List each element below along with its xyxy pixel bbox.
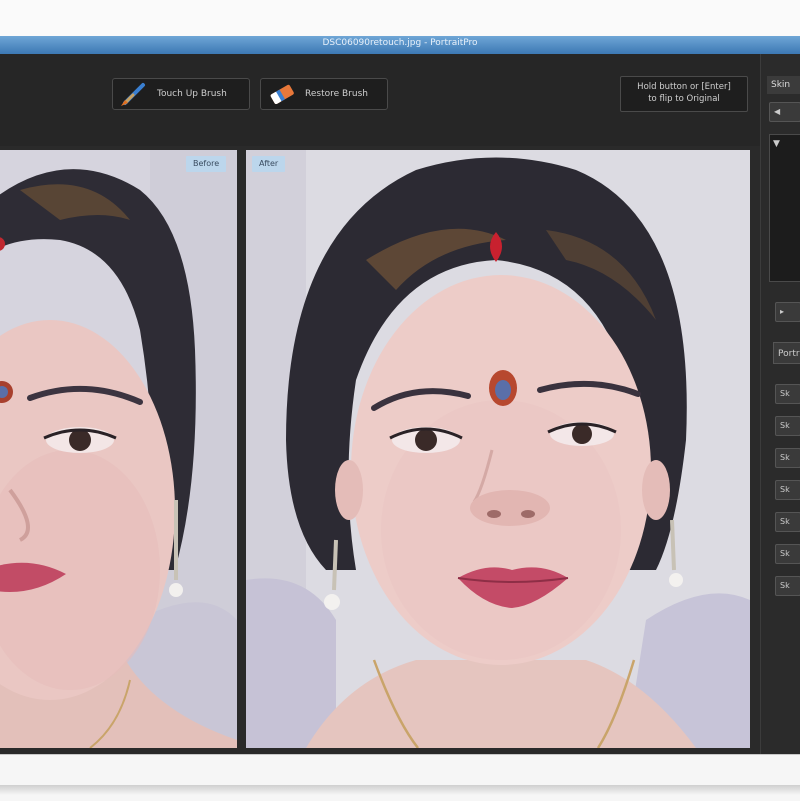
after-label: After [252,156,286,172]
before-portrait-image [0,150,237,748]
triangle-left-icon: ◀ [774,107,781,116]
skin-slider-row-1[interactable]: Sk [775,384,800,404]
image-canvas[interactable]: Before After [0,146,760,754]
row-label: Sk [780,421,790,430]
window-title: DSC06090retouch.jpg - PortraitPro [322,38,478,48]
paintbrush-icon [121,83,145,106]
flip-to-original-button[interactable]: Hold button or [Enter] to flip to Origin… [620,76,748,112]
top-margin [0,0,800,37]
row-label: Sk [780,453,790,462]
preview-box: ▼ [769,134,800,282]
restore-brush-label: Restore Brush [305,89,368,99]
skin-panel-tab[interactable]: Skin [767,76,800,94]
right-control-panel: Skin ◀ ▼ ▸ Portrait Sk Sk Sk Sk Sk Sk Sk [760,54,800,754]
before-photo[interactable]: Before [0,150,237,748]
row-label: Sk [780,549,790,558]
chevron-right-icon: ▸ [780,307,785,316]
bottom-margin [0,754,800,801]
panel-back-button[interactable]: ◀ [769,102,800,122]
screenshot-frame: DSC06090retouch.jpg - PortraitPro Touch … [0,0,800,801]
before-label: Before [186,156,227,172]
skin-slider-row-2[interactable]: Sk [775,416,800,436]
row-label: Sk [780,581,790,590]
panel-option-button[interactable]: ▸ [775,302,800,322]
touch-up-brush-button[interactable]: Touch Up Brush [112,78,250,110]
flip-hint-line2: to flip to Original [648,94,720,104]
after-photo[interactable]: After [246,150,750,748]
skin-slider-row-6[interactable]: Sk [775,544,800,564]
row-label: Sk [780,389,790,398]
portrait-section-header[interactable]: Portrait [773,342,800,364]
skin-slider-row-4[interactable]: Sk [775,480,800,500]
skin-slider-row-7[interactable]: Sk [775,576,800,596]
bottom-shadow [0,785,800,795]
restore-brush-button[interactable]: Restore Brush [260,78,388,110]
after-portrait-image [246,150,750,748]
row-label: Sk [780,485,790,494]
touch-up-brush-label: Touch Up Brush [157,89,227,99]
row-label: Sk [780,517,790,526]
title-bar: DSC06090retouch.jpg - PortraitPro [0,36,800,54]
flip-hint-line1: Hold button or [Enter] [637,82,731,92]
skin-slider-row-3[interactable]: Sk [775,448,800,468]
collapse-triangle-icon[interactable]: ▼ [773,139,780,149]
app-window: Touch Up Brush Restore Brush Hold button… [0,54,800,754]
skin-slider-row-5[interactable]: Sk [775,512,800,532]
eraser-icon [270,84,294,104]
toolbar: Touch Up Brush Restore Brush Hold button… [0,54,760,146]
